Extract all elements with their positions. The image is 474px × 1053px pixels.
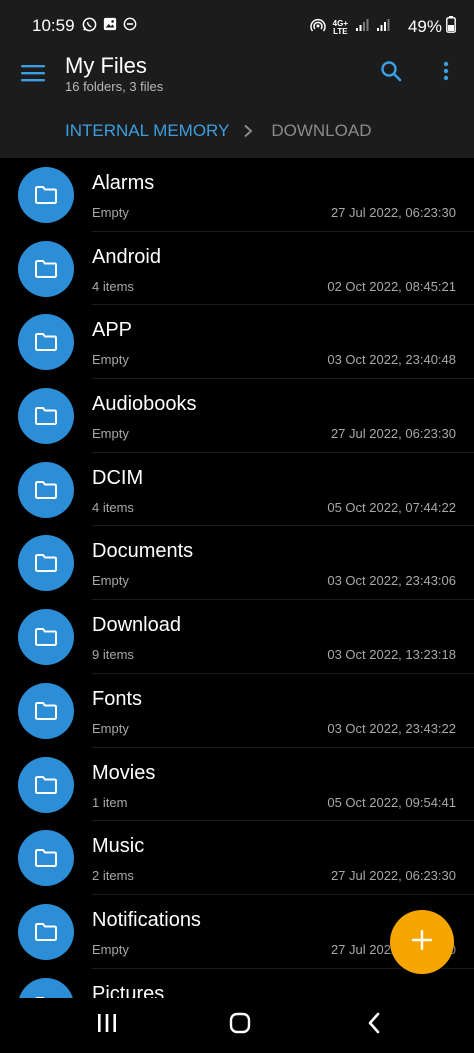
item-name: Music [92,835,145,858]
list-item-download[interactable]: Download 9 items 03 Oct 2022, 13:23:18 [0,600,474,674]
search-icon [380,60,402,87]
item-date: 27 Jul 2022, 06:23:30 [330,205,456,220]
do-not-disturb-icon [123,17,137,32]
item-name: Documents [92,540,194,563]
hotspot-icon [309,17,326,38]
list-item-documents[interactable]: Documents Empty 03 Oct 2022, 23:43:06 [0,526,474,601]
breadcrumb-internal-memory[interactable]: INTERNAL MEMORY [65,121,229,141]
item-count: Empty [92,352,129,368]
back-button[interactable] [360,1012,388,1038]
item-date: 02 Oct 2022, 08:45:21 [327,278,456,294]
folder-icon [18,461,74,518]
item-date: 03 Oct 2022, 23:43:22 [327,720,456,736]
item-count: Empty [92,426,129,442]
status-system-icons: 4G+ LTE [309,17,390,38]
image-icon [103,17,117,32]
hamburger-menu-icon [20,63,46,88]
file-list[interactable]: Alarms Empty 27 Jul 2022, 06:23:30 Andro… [0,158,474,998]
folder-icon [18,609,74,666]
list-item-pictures[interactable]: Pictures [0,969,474,998]
item-name: Audiobooks [92,393,197,416]
battery-indicator: 49% [408,16,456,38]
item-count: 4 items [92,278,134,294]
folder-icon [18,756,74,813]
search-button[interactable] [374,56,408,90]
plus-icon [410,928,434,957]
folder-icon [18,682,74,739]
item-date: 03 Oct 2022, 13:23:18 [327,647,456,663]
folder-icon [18,167,74,223]
list-item-app[interactable]: APP Empty 03 Oct 2022, 23:40:48 [0,305,474,380]
folder-count-summary: 16 folders, 3 files [65,79,164,94]
folder-icon [18,240,74,297]
folder-icon [18,903,74,960]
network-type-label: 4G+ LTE [333,19,348,36]
item-name: APP [92,319,133,342]
item-name: Android [92,245,161,268]
item-count: Empty [92,720,129,736]
item-count: Empty [92,205,129,220]
status-notification-icons [82,17,137,32]
signal-icon [355,18,369,37]
item-name: Alarms [92,172,155,194]
item-count: 1 item [92,794,128,810]
status-time: 10:59 [32,16,75,35]
folder-icon [18,830,74,887]
item-name: DCIM [92,466,144,489]
list-item-fonts[interactable]: Fonts Empty 03 Oct 2022, 23:43:22 [0,674,474,748]
status-bar: 10:59 4G+ LTE 49% [0,0,474,50]
network-type-bottom: LTE [333,26,348,36]
whatsapp-icon [82,17,97,32]
list-item-movies[interactable]: Movies 1 item 05 Oct 2022, 09:54:41 [0,748,474,822]
home-icon [229,1012,251,1039]
folder-icon [18,314,74,371]
item-date: 03 Oct 2022, 23:43:06 [327,573,456,589]
page-title: My Files [65,53,147,78]
item-count: Empty [92,573,129,589]
breadcrumb: INTERNAL MEMORY DOWNLOAD [65,121,371,141]
list-item-audiobooks[interactable]: Audiobooks Empty 27 Jul 2022, 06:23:30 [0,379,474,453]
item-name: Movies [92,761,156,784]
item-count: Empty [92,941,129,957]
list-item-music[interactable]: Music 2 items 27 Jul 2022, 06:23:30 [0,821,474,895]
more-options-button[interactable] [432,56,460,90]
folder-icon [18,535,74,592]
item-date: 03 Oct 2022, 23:40:48 [327,352,456,368]
item-date: 27 Jul 2022, 06:23:30 [330,426,456,442]
menu-button[interactable] [16,58,50,92]
signal-icon-secondary [376,18,390,37]
item-name: Download [92,614,181,637]
item-name: Pictures [92,982,165,998]
item-count: 4 items [92,499,134,515]
folder-icon [18,977,74,998]
chevron-right-icon [243,124,253,138]
app-header: My Files 16 folders, 3 files INTERNAL ME… [0,50,474,158]
back-icon [367,1012,381,1039]
recents-button[interactable] [93,1013,121,1037]
item-count: 9 items [92,647,134,663]
item-name: Notifications [92,908,201,931]
item-date: 27 Jul 2022, 06:23:30 [330,868,456,884]
list-item-alarms[interactable]: Alarms Empty 27 Jul 2022, 06:23:30 [0,158,474,232]
item-date: 05 Oct 2022, 07:44:22 [327,499,456,515]
system-nav-bar [0,998,474,1053]
folder-icon [18,388,74,445]
list-item-dcim[interactable]: DCIM 4 items 05 Oct 2022, 07:44:22 [0,453,474,527]
breadcrumb-download[interactable]: DOWNLOAD [271,121,371,141]
recents-icon [96,1013,118,1038]
list-item-android[interactable]: Android 4 items 02 Oct 2022, 08:45:21 [0,232,474,306]
item-name: Fonts [92,687,143,710]
more-vertical-icon [443,61,449,86]
add-button[interactable] [390,910,454,974]
battery-icon [446,16,456,38]
item-date: 05 Oct 2022, 09:54:41 [327,794,456,810]
battery-percent: 49% [407,17,442,36]
item-count: 2 items [92,868,134,884]
home-button[interactable] [226,1012,254,1038]
